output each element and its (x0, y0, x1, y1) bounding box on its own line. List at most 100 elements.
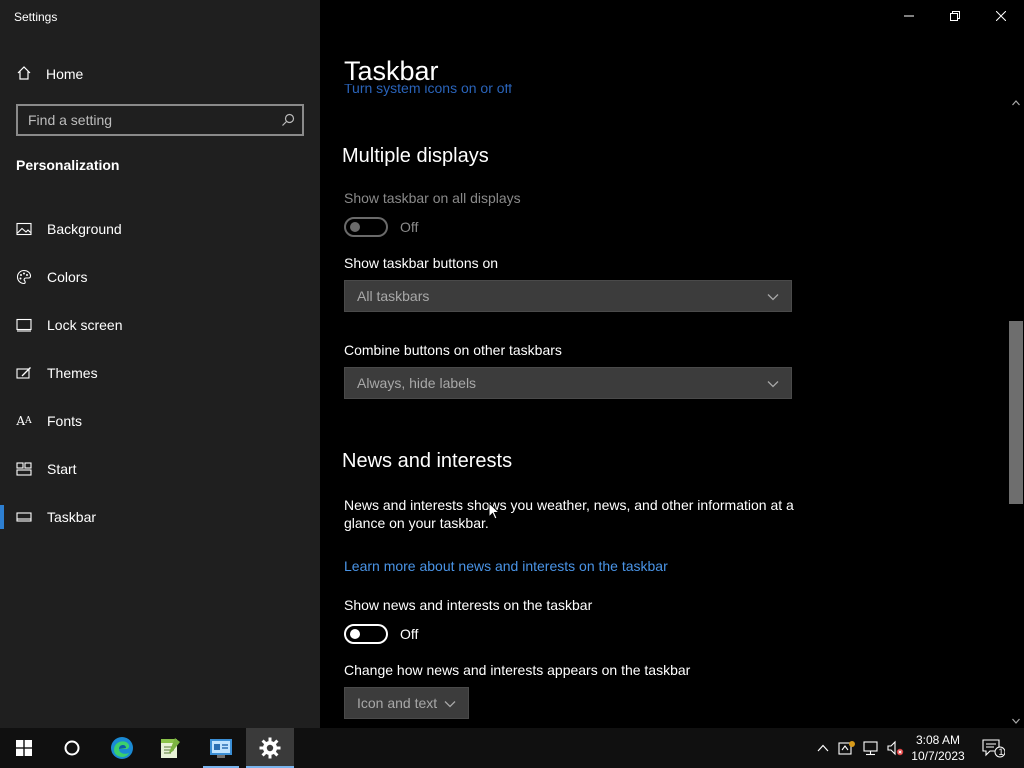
combine-dropdown[interactable]: Always, hide labels (344, 367, 792, 399)
page-title: Taskbar (344, 56, 439, 86)
search-box[interactable] (16, 104, 304, 136)
sidebar-item-label: Taskbar (47, 509, 97, 525)
edge-icon (111, 737, 133, 759)
search-input[interactable] (18, 112, 274, 128)
main-content: Taskbar Turn system icons on or off Mult… (320, 0, 1024, 728)
window-controls (886, 0, 1024, 32)
action-center-button[interactable]: 1 (976, 728, 1010, 768)
toggle-switch[interactable] (344, 624, 388, 644)
toggle-knob (350, 222, 360, 232)
minimize-icon (904, 15, 914, 17)
sidebar-item-label: Fonts (47, 413, 83, 429)
minimize-button[interactable] (886, 0, 932, 32)
chevron-down-icon (1012, 718, 1020, 724)
toggle-state: Off (400, 626, 419, 642)
chevron-up-icon (817, 744, 829, 752)
settings-taskbar-button[interactable] (246, 728, 294, 768)
dropdown-value: Always, hide labels (357, 375, 477, 391)
dropdown-value: Icon and text (357, 695, 438, 711)
home-label: Home (46, 66, 84, 82)
clock-date: 10/7/2023 (911, 749, 965, 763)
combine-label: Combine buttons on other taskbars (344, 342, 562, 358)
taskbar: 3:08 AM 10/7/2023 1 (0, 728, 1024, 768)
section-label: Personalization (16, 157, 120, 173)
network-icon (863, 741, 878, 756)
palette-icon (16, 269, 32, 285)
start-icon (16, 461, 32, 477)
tray-app-icon-button[interactable] (836, 728, 858, 768)
sidebar-nav: Background Colors Lock screen Themes AA … (0, 205, 320, 541)
search-icon[interactable] (274, 113, 302, 127)
restore-button[interactable] (932, 0, 978, 32)
sidebar-item-colors[interactable]: Colors (0, 253, 320, 301)
sidebar-item-label: Themes (47, 365, 98, 381)
sidebar-item-label: Start (47, 461, 77, 477)
tray-app-icon (838, 741, 855, 755)
close-icon (996, 11, 1006, 21)
close-button[interactable] (978, 0, 1024, 32)
search-button[interactable] (48, 728, 96, 768)
toggle-knob (350, 629, 360, 639)
control-panel-icon (210, 739, 232, 758)
sidebar-item-taskbar[interactable]: Taskbar (0, 493, 320, 541)
scroll-up-button[interactable] (1008, 96, 1024, 110)
notepad-icon (161, 738, 180, 758)
restore-icon (950, 11, 960, 21)
notepad-plus-button[interactable] (146, 728, 194, 768)
dropdown-value: All taskbars (357, 288, 430, 304)
app-title: Settings (14, 10, 58, 24)
show-hidden-icons-button[interactable] (812, 728, 834, 768)
sidebar-item-background[interactable]: Background (0, 205, 320, 253)
mouse-cursor-icon (488, 502, 500, 520)
home-icon (16, 65, 32, 84)
chevron-down-icon (444, 695, 456, 711)
control-panel-button[interactable] (197, 728, 245, 768)
home-link[interactable]: Home (16, 62, 83, 86)
gear-icon (259, 737, 281, 759)
news-description: News and interests shows you weather, ne… (344, 497, 794, 531)
clock-button[interactable]: 3:08 AM 10/7/2023 (906, 728, 970, 768)
sidebar-item-label: Lock screen (47, 317, 123, 333)
chevron-down-icon (767, 375, 779, 391)
volume-button[interactable] (884, 728, 906, 768)
scroll-down-button[interactable] (1008, 714, 1024, 728)
themes-icon (16, 365, 32, 381)
chevron-down-icon (767, 288, 779, 304)
cortana-circle-icon (64, 740, 80, 756)
picture-icon (16, 221, 32, 237)
sidebar-item-lock-screen[interactable]: Lock screen (0, 301, 320, 349)
show-on-all-toggle[interactable]: Off (344, 217, 418, 237)
toggle-state: Off (400, 219, 419, 235)
sidebar-item-label: Colors (47, 269, 88, 285)
fonts-icon: AA (16, 414, 32, 428)
volume-muted-icon (887, 740, 904, 756)
network-button[interactable] (860, 728, 882, 768)
show-news-label: Show news and interests on the taskbar (344, 597, 593, 613)
chevron-up-icon (1012, 100, 1020, 106)
lock-screen-icon (16, 317, 32, 333)
show-news-toggle[interactable]: Off (344, 624, 418, 644)
windows-logo-icon (16, 740, 32, 756)
show-on-all-label: Show taskbar on all displays (344, 190, 521, 206)
vertical-scrollbar[interactable] (1008, 96, 1024, 728)
scroll-thumb[interactable] (1009, 321, 1023, 504)
sidebar-item-themes[interactable]: Themes (0, 349, 320, 397)
edge-button[interactable] (98, 728, 146, 768)
news-heading: News and interests (342, 450, 513, 472)
notification-count: 1 (998, 747, 1004, 757)
sidebar-item-fonts[interactable]: AA Fonts (0, 397, 320, 445)
buttons-on-dropdown[interactable]: All taskbars (344, 280, 792, 312)
multiple-displays-heading: Multiple displays (342, 145, 489, 167)
sidebar: Settings Home Personalization Background… (0, 0, 320, 728)
toggle-switch[interactable] (344, 217, 388, 237)
buttons-on-label: Show taskbar buttons on (344, 255, 499, 271)
sidebar-item-label: Background (47, 221, 122, 237)
taskbar-icon (16, 509, 32, 525)
start-button[interactable] (0, 728, 48, 768)
appearance-label: Change how news and interests appears on… (344, 662, 691, 678)
learn-more-link[interactable]: Learn more about news and interests on t… (344, 558, 668, 574)
sidebar-item-start[interactable]: Start (0, 445, 320, 493)
appearance-dropdown[interactable]: Icon and text (344, 687, 469, 719)
turn-system-icons-link[interactable]: Turn system icons on or off (344, 84, 512, 98)
clock-time: 3:08 AM (915, 733, 961, 747)
